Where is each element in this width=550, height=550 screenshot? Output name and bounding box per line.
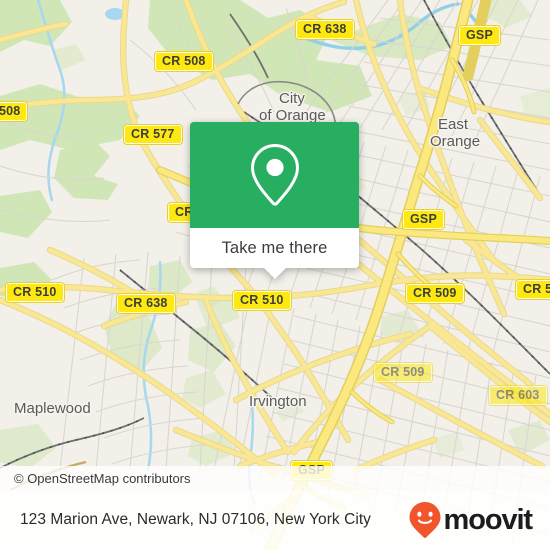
road-shield: GSP	[458, 25, 501, 46]
road-shield: CR 510	[5, 282, 65, 303]
road-shield: CR 510	[232, 290, 292, 311]
bottom-info-bar: 123 Marion Ave, Newark, NJ 07106, New Yo…	[0, 490, 550, 550]
take-me-there-button[interactable]: Take me there	[190, 228, 359, 279]
moovit-logo[interactable]: moovit	[408, 501, 534, 539]
place-label-maplewood: Maplewood	[14, 400, 91, 417]
road-shield: 508	[0, 101, 29, 122]
place-label-city-of-orange: City	[279, 90, 305, 107]
road-shield: CR 638	[295, 19, 355, 40]
place-label-irvington: Irvington	[249, 393, 307, 410]
place-label-east-orange: East	[438, 116, 469, 133]
road-shield: CR 50	[514, 279, 550, 300]
road-shield: CR 577	[123, 124, 183, 145]
road-shield: CR 509	[405, 283, 465, 304]
destination-callout[interactable]: Take me there	[190, 122, 359, 279]
callout-tail	[262, 267, 287, 279]
road-shield: CR 509	[373, 362, 433, 383]
moovit-map-screen: CR 638 GSP CR 508 508 CR 577 CR GSP CR 5…	[0, 0, 550, 550]
moovit-wordmark: moovit	[443, 503, 534, 536]
callout-body	[190, 122, 359, 228]
map-attribution-bar: © OpenStreetMap contributors	[0, 466, 550, 490]
road-shield: CR 638	[116, 293, 176, 314]
road-shield: GSP	[402, 209, 445, 230]
take-me-there-label: Take me there	[221, 238, 328, 257]
address-text: 123 Marion Ave, Newark, NJ 07106, New Yo…	[20, 511, 371, 528]
road-shield: CR 603	[488, 385, 548, 406]
moovit-pin-icon	[409, 502, 441, 538]
map-pin-icon	[250, 143, 299, 206]
road-shield: CR 508	[154, 51, 214, 72]
osm-attribution-text[interactable]: © OpenStreetMap contributors	[0, 471, 191, 486]
place-label-east-orange: Orange	[430, 133, 481, 150]
